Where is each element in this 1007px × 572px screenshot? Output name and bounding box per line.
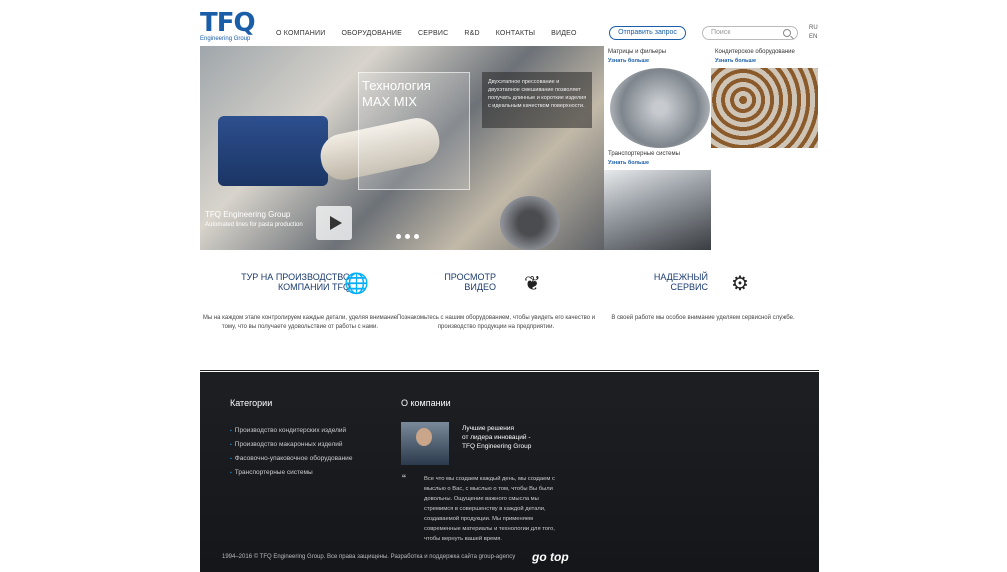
footer: Категории Производство кондитерских изде… — [200, 372, 819, 572]
slider-dot[interactable] — [405, 234, 410, 239]
quote-text: Все что мы создаем каждый день, мы созда… — [424, 476, 555, 542]
slider-dot[interactable] — [396, 234, 401, 239]
hero-subcaption: Automated lines for pasta production — [205, 222, 303, 228]
tile-title: Кондитерское оборудование — [715, 49, 795, 55]
hero-machine-image — [218, 116, 328, 186]
hero-title: Технология MAX MIX — [362, 78, 431, 110]
feature-title: Надежный сервис — [603, 272, 708, 292]
categories-list: Производство кондитерских изделий Произв… — [230, 424, 360, 480]
categories-heading: Категории — [230, 398, 273, 408]
tile-confectionery[interactable]: Кондитерское оборудование Узнать больше — [711, 46, 818, 148]
feature-title-line2: компании TFQ — [277, 282, 350, 292]
search-input[interactable]: Поиск — [702, 26, 798, 40]
send-request-button[interactable]: Отправить запрос — [609, 26, 686, 40]
tile-image — [711, 68, 818, 148]
tile-dies[interactable]: Матрицы и фильеры Узнать больше — [604, 46, 711, 148]
search-icon[interactable] — [783, 29, 791, 37]
tile-image — [610, 68, 710, 148]
quote-heading: Лучшие решения от лидера инноваций - TFQ… — [462, 424, 531, 451]
language-switch: RU EN — [809, 24, 818, 42]
nav-item-rnd[interactable]: R&D — [464, 30, 479, 37]
feature-text: Мы на каждом этапе контролируем каждые д… — [202, 315, 398, 330]
nav-item-video[interactable]: Видео — [551, 30, 577, 37]
category-link[interactable]: Производство кондитерских изделий — [230, 424, 360, 438]
category-link[interactable]: Транспортерные системы — [230, 466, 360, 480]
hero-slider: Технология MAX MIX Двухэтапное прессован… — [200, 46, 604, 250]
copyright: 1994–2016 © TFQ Engineering Group. Все п… — [222, 554, 516, 560]
globe-icon: 🌐 — [344, 273, 369, 295]
feature-title-line1: Надежный — [653, 272, 708, 282]
slider-dots — [396, 234, 419, 239]
page: TFQ Engineering Group О компании Оборудо… — [0, 0, 1007, 572]
hero-title-line1: Технология — [362, 78, 431, 93]
leaf-icon: ❦ — [524, 273, 541, 295]
about-heading: О компании — [401, 398, 451, 408]
hero-caption: TFQ Engineering Group — [205, 210, 291, 219]
gears-icon: ⚙ — [731, 273, 749, 295]
feature-title: Просмотр видео — [396, 272, 496, 292]
logo-mark: TFQ — [200, 8, 256, 38]
quote-heading-line1: Лучшие решения — [462, 425, 515, 432]
nav-item-about[interactable]: О компании — [276, 30, 325, 37]
search-placeholder: Поиск — [711, 29, 731, 36]
divider — [200, 370, 819, 371]
feature-title-line2: сервис — [670, 282, 708, 292]
tile-link[interactable]: Узнать больше — [608, 58, 649, 64]
tile-image — [604, 170, 711, 250]
play-icon[interactable] — [316, 206, 352, 240]
main-nav: О компании Оборудование Сервис R&D Конта… — [276, 30, 577, 37]
feature-title-line1: Тур на производство — [241, 272, 350, 282]
lang-ru[interactable]: RU — [809, 24, 818, 33]
quote-mark-icon: “ — [402, 472, 406, 486]
nav-item-equipment[interactable]: Оборудование — [341, 30, 402, 37]
tile-title: Транспортерные системы — [608, 151, 680, 157]
tile-title: Матрицы и фильеры — [608, 49, 667, 55]
gotop-logo[interactable]: go top — [532, 550, 569, 564]
lang-en[interactable]: EN — [809, 33, 818, 42]
quote-heading-line3: TFQ Engineering Group — [462, 443, 532, 450]
hero-gear-image — [500, 196, 560, 250]
quote-heading-line2: от лидера инноваций - — [462, 434, 531, 441]
logo[interactable]: TFQ Engineering Group — [200, 10, 260, 46]
feature-title: Тур на производство компании TFQ — [240, 272, 350, 292]
nav-item-service[interactable]: Сервис — [418, 30, 448, 37]
slider-dot[interactable] — [414, 234, 419, 239]
hero-title-line2: MAX MIX — [362, 94, 417, 109]
feature-title-line2: видео — [464, 282, 496, 292]
tile-link[interactable]: Узнать больше — [715, 58, 756, 64]
feature-text: Познакомьтесь с нашим оборудованием, что… — [396, 315, 596, 330]
tile-link[interactable]: Узнать больше — [608, 160, 649, 166]
feature-title-line1: Просмотр — [444, 272, 496, 282]
hero-description: Двухэтапное прессование и двухэтапное см… — [488, 79, 587, 109]
feature-text: В своей работе мы особое внимание уделяе… — [611, 315, 795, 321]
nav-item-contacts[interactable]: Контакты — [496, 30, 535, 37]
ceo-portrait — [401, 422, 449, 465]
tile-conveyors[interactable]: Транспортерные системы Узнать больше — [604, 148, 711, 250]
category-link[interactable]: Производство макаронных изделий — [230, 438, 360, 452]
category-link[interactable]: Фасовочно-упаковочное оборудование — [230, 452, 360, 466]
